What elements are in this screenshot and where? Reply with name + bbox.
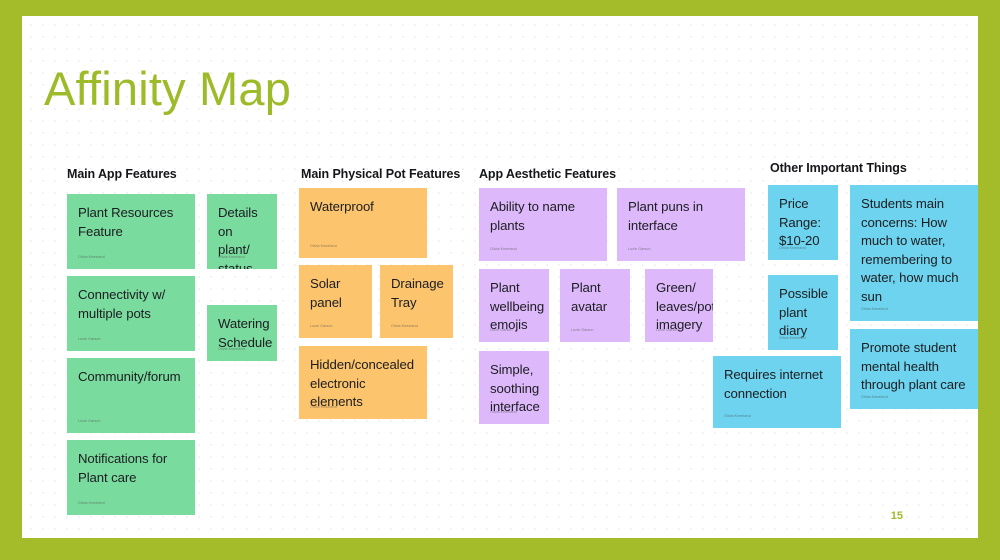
sticky-note[interactable]: Price Range: $10-20 Olivia Kneeland: [768, 185, 838, 260]
sticky-note[interactable]: Solar panel Lucie Garson: [299, 265, 372, 338]
sticky-note-author: Olivia Kneeland: [779, 246, 806, 250]
sticky-note-author: Olivia Kneeland: [861, 307, 888, 311]
column-header: Other Important Things: [770, 161, 907, 175]
sticky-note-author: Lucie Garson: [571, 328, 594, 332]
sticky-note[interactable]: Drainage Tray Olivia Kneeland: [380, 265, 453, 338]
sticky-note[interactable]: Notifications for Plant care Olivia Kneel…: [67, 440, 195, 515]
sticky-note-text: Solar panel: [310, 276, 342, 310]
sticky-note-text: Community/forum: [78, 369, 181, 384]
sticky-note-author: Olivia Kneeland: [310, 244, 337, 248]
sticky-note-text: Notifications for Plant care: [78, 451, 168, 485]
sticky-note-text: Plant puns in interface: [628, 199, 703, 233]
sticky-note-author: Olivia Kneeland: [490, 410, 517, 414]
sticky-note[interactable]: Watering Schedule Olivia Kneeland: [207, 305, 277, 361]
sticky-note-text: Requires internet connection: [724, 367, 823, 401]
sticky-note-text: Promote student mental health through pl…: [861, 340, 966, 392]
sticky-note-author: Lucie Garson: [310, 324, 333, 328]
sticky-note-author: Olivia Kneeland: [78, 255, 105, 259]
sticky-note-text: Plant avatar: [571, 280, 608, 314]
sticky-note-text: Plant wellbeing emojis: [490, 280, 545, 332]
page-title: Affinity Map: [44, 62, 292, 115]
sticky-note-text: Students main concerns: How much to wate…: [861, 196, 959, 304]
sticky-note-text: Price Range: $10-20: [779, 196, 821, 248]
sticky-note-text: Waterproof: [310, 199, 374, 214]
sticky-note-text: Plant Resources Feature: [78, 205, 174, 239]
sticky-note-author: Olivia Kneeland: [779, 336, 806, 340]
sticky-note-author: Olivia Kneeland: [310, 405, 337, 409]
sticky-note[interactable]: Requires internet connection Olivia Kneel…: [713, 356, 841, 428]
sticky-note[interactable]: Connectivity w/ multiple pots Lucie Garso…: [67, 276, 195, 351]
sticky-note-author: Olivia Kneeland: [391, 324, 418, 328]
column-header: Main App Features: [67, 167, 177, 181]
sticky-note[interactable]: Waterproof Olivia Kneeland: [299, 188, 427, 258]
slide-frame: Affinity Map Main App Features Plant Reso…: [0, 0, 1000, 560]
sticky-note-author: Lucie Garson: [78, 419, 101, 423]
sticky-note[interactable]: Promote student mental health through pl…: [850, 329, 978, 409]
sticky-note-author: Lucie Garson: [628, 247, 651, 251]
sticky-note-text: Hidden/concealed electronic elements: [310, 357, 414, 409]
sticky-note[interactable]: Plant puns in interface Lucie Garson: [617, 188, 745, 261]
sticky-note-author: Olivia Kneeland: [78, 501, 105, 505]
sticky-note-text: Ability to name plants: [490, 199, 575, 233]
sticky-note[interactable]: Possible plant diary Olivia Kneeland: [768, 275, 838, 350]
sticky-note-author: Olivia Kneeland: [861, 395, 888, 399]
sticky-note-author: Olivia Kneeland: [218, 347, 245, 351]
sticky-note-author: Olivia Kneeland: [218, 255, 245, 259]
sticky-note-text: Possible plant diary: [779, 286, 829, 338]
sticky-note-text: Drainage Tray: [391, 276, 444, 310]
sticky-note-text: Connectivity w/ multiple pots: [78, 287, 166, 321]
page-number: 15: [890, 510, 903, 522]
sticky-note[interactable]: Green/ leaves/pot imagery Lucie Garson: [645, 269, 713, 342]
sticky-note-author: Lucie Garson: [656, 328, 679, 332]
sticky-note[interactable]: Details on plant/ status boardOlivia Kne…: [207, 194, 277, 269]
sticky-note[interactable]: Simple, soothing interface Olivia Kneelan…: [479, 351, 549, 424]
column-header: App Aesthetic Features: [479, 167, 616, 181]
sticky-note[interactable]: Community/forum Lucie Garson: [67, 358, 195, 433]
sticky-note-author: Olivia Kneeland: [724, 414, 751, 418]
sticky-note[interactable]: Plant wellbeing emojis Lucie Garson: [479, 269, 549, 342]
sticky-note-text: Green/ leaves/pot imagery: [656, 280, 713, 332]
sticky-note-author: Olivia Kneeland: [490, 247, 517, 251]
sticky-note[interactable]: Students main concerns: How much to wate…: [850, 185, 978, 321]
slide-canvas: Affinity Map Main App Features Plant Reso…: [22, 16, 978, 538]
sticky-note[interactable]: Plant Resources Feature Olivia Kneeland: [67, 194, 195, 269]
sticky-note[interactable]: Ability to name plants Olivia Kneeland: [479, 188, 607, 261]
sticky-note-text: Simple, soothing interface: [490, 362, 540, 414]
column-header: Main Physical Pot Features: [301, 167, 461, 181]
sticky-note-author: Lucie Garson: [490, 328, 513, 332]
sticky-note[interactable]: Hidden/concealed electronic elements Oliv…: [299, 346, 427, 419]
sticky-note[interactable]: Plant avatar Lucie Garson: [560, 269, 630, 342]
sticky-note-author: Lucie Garson: [78, 337, 101, 341]
